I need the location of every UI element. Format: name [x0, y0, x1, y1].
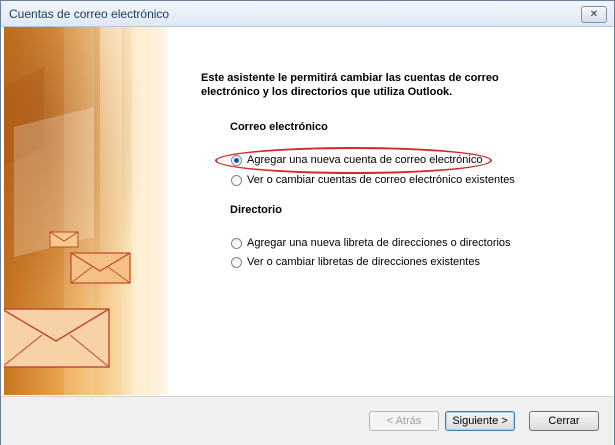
radio-checked-icon[interactable] — [231, 154, 242, 166]
medium-envelope-icon — [70, 252, 131, 284]
radio-add-email-account[interactable]: Agregar una nueva cuenta de correo elect… — [231, 154, 482, 166]
intro-text: Este asistente le permitirá cambiar las … — [201, 72, 499, 98]
next-button[interactable]: Siguiente > — [445, 411, 515, 431]
email-section-title: Correo electrónico — [230, 121, 328, 133]
radio-view-email-accounts[interactable]: Ver o cambiar cuentas de correo electrón… — [231, 174, 515, 186]
window-title: Cuentas de correo electrónico — [9, 7, 170, 21]
directory-section-title: Directorio — [230, 204, 282, 216]
close-icon: ✕ — [589, 8, 599, 20]
radio-label: Agregar una nueva libreta de direcciones… — [247, 237, 511, 249]
wizard-window: Cuentas de correo electrónico ✕ Este asi… — [0, 0, 615, 445]
radio-label: Ver o cambiar cuentas de correo electrón… — [247, 174, 515, 186]
back-button[interactable]: < Atrás — [369, 411, 439, 431]
radio-unchecked-icon[interactable] — [231, 174, 242, 186]
envelope-art — [4, 27, 168, 395]
radio-label: Agregar una nueva cuenta de correo elect… — [247, 154, 483, 166]
small-envelope-icon — [49, 231, 79, 248]
button-bar: < Atrás Siguiente > Cerrar — [1, 396, 614, 445]
radio-view-address-books[interactable]: Ver o cambiar libretas de direcciones ex… — [231, 256, 480, 268]
wizard-side-image — [4, 27, 168, 395]
radio-label: Ver o cambiar libretas de direcciones ex… — [247, 256, 480, 268]
close-button[interactable]: ✕ — [581, 6, 607, 23]
radio-unchecked-icon[interactable] — [231, 237, 242, 249]
radio-add-address-book[interactable]: Agregar una nueva libreta de direcciones… — [231, 237, 511, 249]
large-envelope-icon — [4, 308, 110, 368]
title-bar[interactable]: Cuentas de correo electrónico ✕ — [1, 1, 614, 27]
close-dialog-button[interactable]: Cerrar — [529, 411, 599, 431]
wizard-content: Este asistente le permitirá cambiar las … — [201, 71, 601, 99]
radio-unchecked-icon[interactable] — [231, 256, 242, 268]
